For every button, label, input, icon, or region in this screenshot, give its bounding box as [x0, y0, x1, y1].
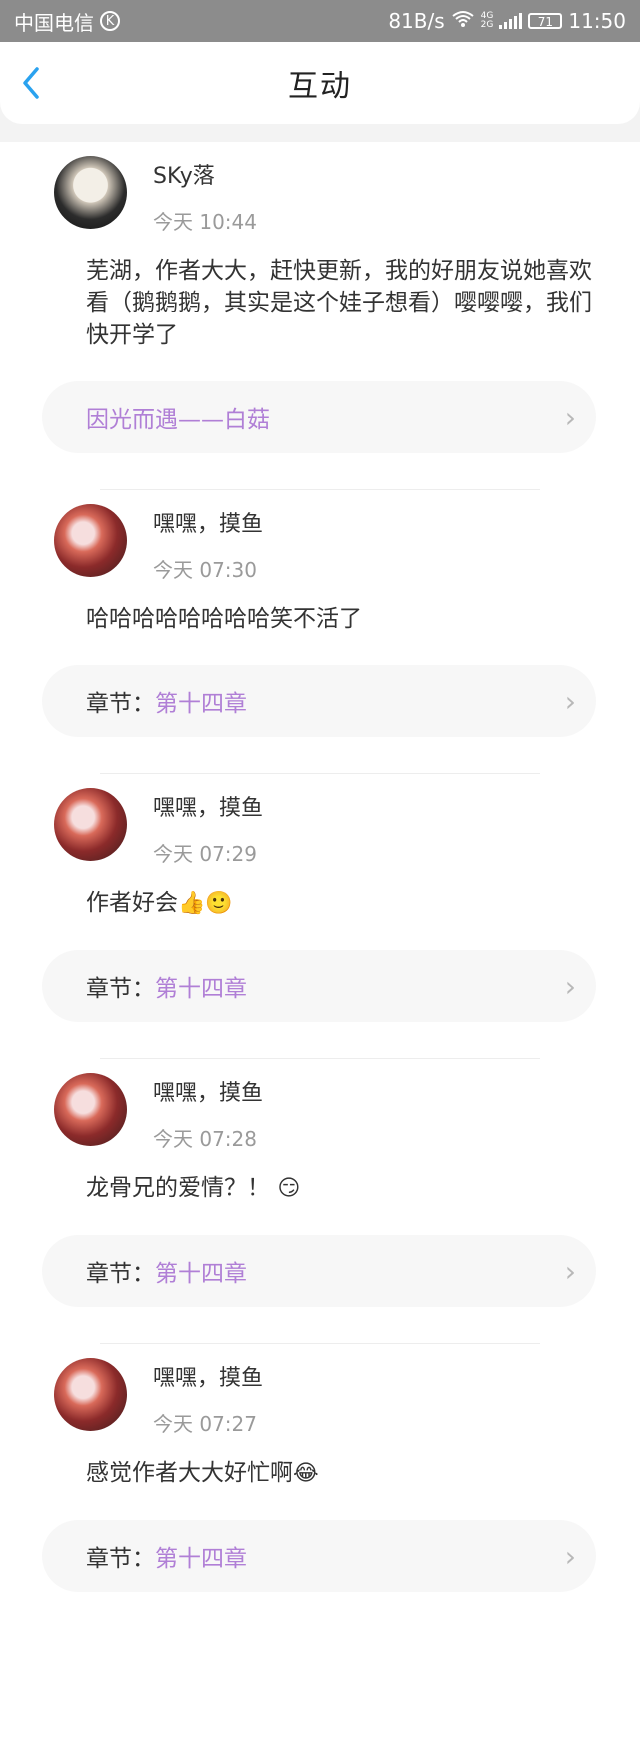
comment-item: 嘿嘿，摸鱼 今天 07:28 龙骨兄的爱情？！ 😏 章节：第十四章 › [0, 1059, 640, 1344]
chevron-right-icon: › [564, 1254, 576, 1288]
chapter-link[interactable]: 章节：第十四章 › [42, 665, 596, 737]
chapter-label: 章节： [86, 976, 155, 1002]
battery-level: 71 [537, 15, 553, 29]
comment-feed: SKy落 今天 10:44 芜湖，作者大大，赶快更新，我的好朋友说她喜欢看（鹅鹅… [0, 142, 640, 1592]
smirk-emoji-icon: 😏 [277, 1176, 301, 1201]
back-button[interactable] [20, 42, 70, 124]
comment-text: 龙骨兄的爱情？！ 😏 [86, 1172, 600, 1205]
chevron-right-icon: › [564, 400, 576, 434]
avatar[interactable] [54, 156, 127, 229]
avatar[interactable] [54, 1073, 127, 1146]
network-type-icon: 4G 2G [481, 12, 494, 30]
book-link-text: 因光而遇——白菇 [86, 400, 270, 434]
comment-meta: 嘿嘿，摸鱼 今天 07:27 [153, 1358, 263, 1437]
comment-item: SKy落 今天 10:44 芜湖，作者大大，赶快更新，我的好朋友说她喜欢看（鹅鹅… [0, 142, 640, 490]
signal-icon [499, 13, 523, 29]
clock: 11:50 [568, 9, 626, 33]
comment-meta: 嘿嘿，摸鱼 今天 07:30 [153, 504, 263, 583]
comment-head: 嘿嘿，摸鱼 今天 07:27 [0, 1358, 640, 1437]
comment-meta: SKy落 今天 10:44 [153, 156, 257, 235]
comment-head: 嘿嘿，摸鱼 今天 07:30 [0, 504, 640, 583]
comment-item: 嘿嘿，摸鱼 今天 07:27 感觉作者大大好忙啊😂 章节：第十四章 › [0, 1344, 640, 1592]
chapter-link-text: 章节：第十四章 [86, 1254, 247, 1288]
network-type-2g: 2G [480, 20, 494, 30]
status-right: 81B/s 4G 2G 71 11:50 [388, 9, 626, 33]
laughing-emoji-icon: 😂 [293, 1461, 319, 1486]
timestamp: 今天 07:27 [153, 1412, 257, 1436]
chevron-right-icon: › [564, 684, 576, 718]
timestamp: 今天 10:44 [153, 210, 257, 234]
book-title: 因光而遇——白菇 [86, 407, 270, 433]
comment-meta: 嘿嘿，摸鱼 今天 07:28 [153, 1073, 263, 1152]
comment-head: SKy落 今天 10:44 [0, 156, 640, 235]
comment-head: 嘿嘿，摸鱼 今天 07:29 [0, 788, 640, 867]
chapter-label: 章节： [86, 1261, 155, 1287]
username[interactable]: 嘿嘿，摸鱼 [153, 510, 263, 540]
comment-text-content: 感觉作者大大好忙啊 [86, 1460, 293, 1486]
chapter-label: 章节： [86, 691, 155, 717]
status-left: 中国电信 K [14, 7, 120, 36]
timestamp: 今天 07:30 [153, 558, 257, 582]
chapter-link[interactable]: 章节：第十四章 › [42, 1235, 596, 1307]
comment-text: 哈哈哈哈哈哈哈哈笑不活了 [86, 606, 362, 632]
carrier-k-icon: K [100, 11, 120, 31]
battery-icon: 71 [528, 13, 563, 29]
comment-text-content: 龙骨兄的爱情？！ [86, 1175, 270, 1201]
chapter-title: 第十四章 [155, 1546, 247, 1572]
chevron-left-icon [23, 67, 39, 99]
avatar[interactable] [54, 1358, 127, 1431]
username[interactable]: 嘿嘿，摸鱼 [153, 1364, 263, 1394]
wifi-icon [451, 9, 475, 33]
timestamp: 今天 07:29 [153, 842, 257, 866]
chapter-link[interactable]: 章节：第十四章 › [42, 950, 596, 1022]
comment-item: 嘿嘿，摸鱼 今天 07:30 哈哈哈哈哈哈哈哈笑不活了 章节：第十四章 › [0, 490, 640, 774]
comment-text: 作者好会👍🙂 [86, 887, 600, 920]
carrier-name: 中国电信 [14, 10, 94, 35]
book-link[interactable]: 因光而遇——白菇 › [42, 381, 596, 453]
chevron-right-icon: › [564, 1539, 576, 1573]
chevron-right-icon: › [564, 969, 576, 1003]
status-bar: 中国电信 K 81B/s 4G 2G 71 11:50 [0, 0, 640, 42]
comment-meta: 嘿嘿，摸鱼 今天 07:29 [153, 788, 263, 867]
username[interactable]: 嘿嘿，摸鱼 [153, 1079, 263, 1109]
avatar[interactable] [54, 788, 127, 861]
chapter-link[interactable]: 章节：第十四章 › [42, 1520, 596, 1592]
timestamp: 今天 07:28 [153, 1127, 257, 1151]
comment-text: 芜湖，作者大大，赶快更新，我的好朋友说她喜欢看（鹅鹅鹅，其实是这个娃子想看）嘤嘤… [86, 258, 592, 348]
chapter-link-text: 章节：第十四章 [86, 969, 247, 1003]
username[interactable]: SKy落 [153, 162, 257, 192]
avatar[interactable] [54, 504, 127, 577]
network-speed: 81B/s [388, 9, 445, 33]
chapter-link-text: 章节：第十四章 [86, 684, 247, 718]
comment-item: 嘿嘿，摸鱼 今天 07:29 作者好会👍🙂 章节：第十四章 › [0, 774, 640, 1059]
chapter-label: 章节： [86, 1546, 155, 1572]
thumbs-up-emoji-icon: 👍🙂 [178, 891, 233, 916]
chapter-link-text: 章节：第十四章 [86, 1539, 247, 1573]
header-wrap: 互动 [0, 42, 640, 142]
chapter-title: 第十四章 [155, 1261, 247, 1287]
username[interactable]: 嘿嘿，摸鱼 [153, 794, 263, 824]
comment-text: 感觉作者大大好忙啊😂 [86, 1457, 600, 1490]
comment-text-content: 作者好会 [86, 890, 178, 916]
comment-head: 嘿嘿，摸鱼 今天 07:28 [0, 1073, 640, 1152]
chapter-title: 第十四章 [155, 976, 247, 1002]
page-title: 互动 [288, 69, 352, 104]
chapter-title: 第十四章 [155, 691, 247, 717]
app-header: 互动 [0, 42, 640, 124]
